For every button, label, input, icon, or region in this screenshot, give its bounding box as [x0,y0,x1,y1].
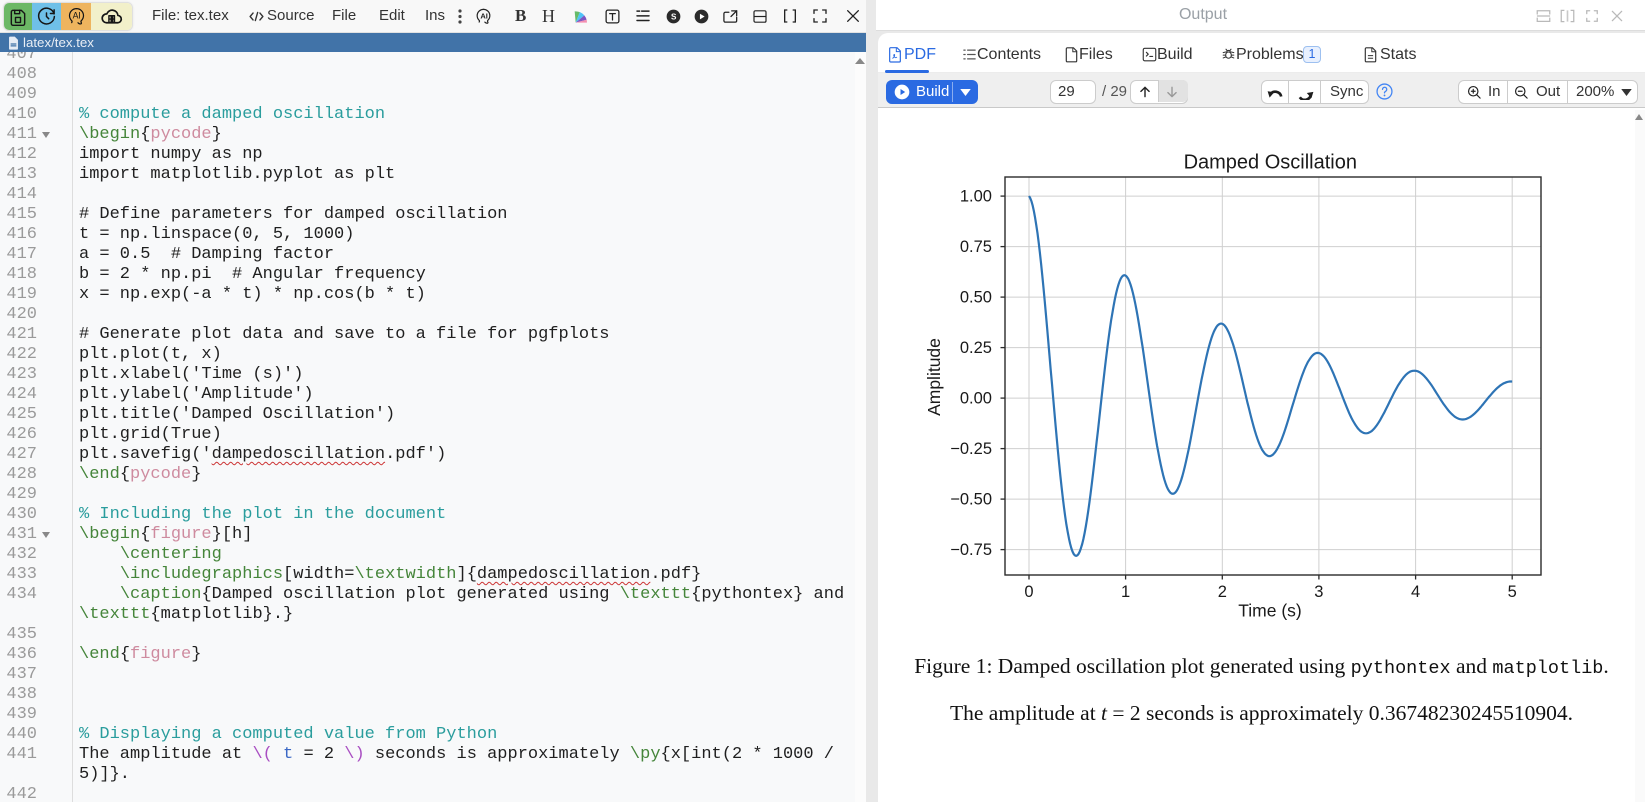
svg-text:Amplitude: Amplitude [924,338,944,416]
svg-text:−0.75: −0.75 [950,541,992,559]
svg-text:0.25: 0.25 [960,339,992,357]
svg-text:Time (s): Time (s) [1238,601,1302,621]
svg-text:−0.25: −0.25 [950,440,992,458]
svg-text:5: 5 [1508,583,1517,601]
svg-text:4: 4 [1411,583,1420,601]
svg-text:AI: AI [72,11,80,21]
svg-text:−0.50: −0.50 [950,491,992,509]
svg-text:0.50: 0.50 [960,289,992,307]
svg-text:Damped Oscillation: Damped Oscillation [1184,152,1357,174]
svg-text:3: 3 [1314,583,1323,601]
svg-text:S: S [671,13,677,22]
svg-text:0.00: 0.00 [960,390,992,408]
svg-text:1.00: 1.00 [960,188,992,206]
svg-text:0.75: 0.75 [960,238,992,256]
svg-text:2: 2 [1218,583,1227,601]
svg-text:AI: AI [480,11,488,20]
svg-text:0: 0 [1024,583,1033,601]
svg-text:1: 1 [1121,583,1130,601]
